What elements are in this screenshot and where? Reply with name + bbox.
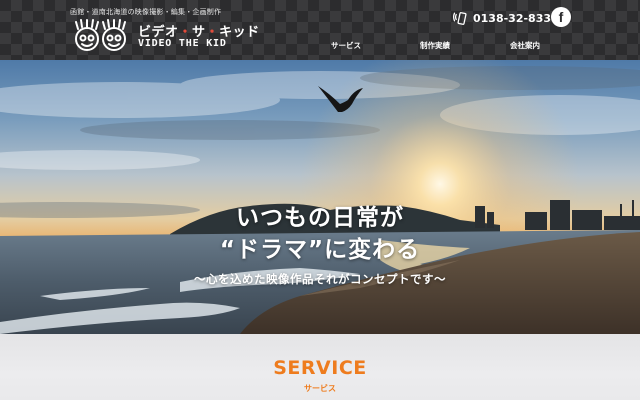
service-heading: SERVICE: [273, 357, 367, 379]
nav-item-company[interactable]: 会社案内: [510, 40, 540, 51]
hero-subtitle: 〜心を込めた映像作品それがコンセプトです〜: [194, 272, 446, 286]
hero-title-line-1: いつもの日常が: [236, 205, 404, 231]
smartphone-icon: [453, 12, 467, 25]
service-subheading: サービス: [304, 384, 336, 393]
hero-beach-image: [0, 60, 640, 334]
nav-item-works[interactable]: 制作実績: [420, 40, 450, 51]
hero-banner: いつもの日常が “ドラマ”に変わる 〜心を込めた映像作品それがコンセプトです〜: [0, 60, 640, 334]
hero-title-line-2: “ドラマ”に変わる: [219, 237, 421, 263]
phone-number: 0138-32-8334: [473, 11, 559, 25]
phone-link[interactable]: 0138-32-8334: [453, 9, 559, 27]
nav-item-service[interactable]: サービス: [331, 40, 361, 51]
facebook-icon: f: [558, 9, 564, 25]
main-nav: サービス 制作実績 会社案内: [0, 40, 640, 54]
service-section: SERVICE サービス: [0, 334, 640, 400]
site-header: 函館・道南北海道の映像撮影・編集・企画制作 ビデオ・サ・キッド VIDEO TH…: [0, 0, 640, 60]
facebook-button[interactable]: f: [551, 7, 571, 27]
site-tagline: 函館・道南北海道の映像撮影・編集・企画制作: [70, 8, 222, 16]
